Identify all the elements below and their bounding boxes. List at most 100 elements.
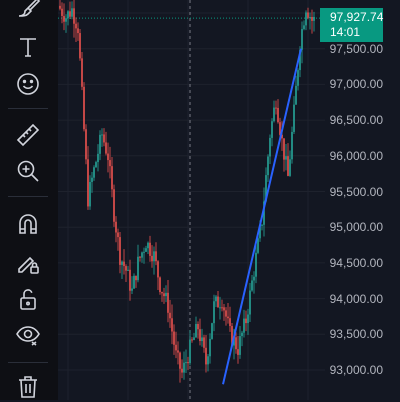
candle-body	[125, 266, 127, 271]
price-tick: 94,500.00	[329, 255, 383, 270]
candle-body	[261, 224, 263, 226]
candle-body	[83, 86, 85, 130]
candle-body	[115, 221, 117, 233]
candle-body	[137, 256, 139, 281]
candle-body	[97, 153, 99, 163]
candle-body	[287, 156, 289, 176]
candle-body	[93, 167, 95, 178]
candle-body	[269, 137, 271, 157]
candle-body	[227, 316, 229, 319]
candle-body	[243, 318, 245, 333]
candle-body	[85, 129, 87, 160]
candle-body	[171, 318, 173, 332]
candle-body	[63, 15, 65, 22]
candle-body	[191, 339, 193, 341]
candle-body	[111, 166, 113, 190]
candle-body	[131, 288, 133, 291]
candle-body	[223, 307, 225, 311]
toolbar-divider	[8, 196, 48, 197]
candle-body	[297, 70, 299, 86]
current-price-label: 97,927.74 14:01	[320, 8, 383, 42]
candle-body	[305, 12, 307, 26]
candle-body	[105, 142, 107, 154]
magnet-icon[interactable]	[11, 208, 45, 240]
candle-body	[295, 85, 297, 105]
candle-body	[59, 5, 61, 9]
candle-body	[91, 177, 93, 182]
brush-icon[interactable]	[11, 0, 45, 23]
candle-body	[153, 251, 155, 262]
candle-body	[289, 159, 291, 176]
candle-body	[241, 332, 243, 337]
candle-body	[235, 337, 237, 350]
candle-body	[277, 107, 279, 123]
candle-body	[161, 292, 163, 294]
candle-body	[195, 323, 197, 338]
unlock-icon[interactable]	[11, 283, 45, 315]
candle-body	[169, 312, 171, 319]
candle-body	[95, 162, 97, 168]
candle-body	[203, 337, 205, 348]
ruler-icon[interactable]	[11, 119, 45, 151]
candle-body	[165, 292, 167, 297]
candle-body	[123, 261, 125, 267]
candle-body	[217, 296, 219, 308]
candle-body	[77, 28, 79, 34]
zoom-in-icon[interactable]	[11, 155, 45, 187]
trash-icon[interactable]	[11, 370, 45, 402]
price-tick: 97,000.00	[329, 77, 383, 92]
eye-icon[interactable]	[11, 318, 45, 350]
candle-body	[221, 307, 223, 309]
price-tick: 94,000.00	[329, 291, 383, 306]
price-tick: 96,000.00	[329, 148, 383, 163]
emoji-icon[interactable]	[11, 68, 45, 100]
candle-body	[247, 314, 249, 324]
candle-body	[149, 242, 151, 256]
candle-body	[75, 23, 77, 29]
text-icon[interactable]	[11, 31, 45, 63]
candle-body	[283, 138, 285, 160]
candle-body	[209, 338, 211, 357]
price-tick: 93,000.00	[329, 363, 383, 377]
candle-body	[71, 8, 73, 17]
candle-body	[311, 17, 313, 21]
candle-body	[147, 242, 149, 249]
candle-body	[117, 232, 119, 238]
candlestick-chart[interactable]	[58, 0, 325, 400]
candle-body	[249, 290, 251, 315]
candle-body	[251, 280, 253, 291]
candle-body	[219, 307, 221, 309]
price-axis[interactable]: 98,000.0097,500.0097,000.0096,500.0096,0…	[325, 0, 400, 400]
candle-body	[211, 323, 213, 339]
price-tick: 93,500.00	[329, 327, 383, 342]
toolbar-divider	[8, 362, 48, 363]
candle-body	[197, 323, 199, 330]
candle-body	[185, 362, 187, 364]
candle-body	[309, 17, 311, 19]
candle-body	[79, 33, 81, 59]
candle-body	[141, 252, 143, 258]
candle-body	[167, 292, 169, 313]
candle-body	[107, 153, 109, 161]
candle-body	[139, 256, 141, 258]
candle-body	[267, 156, 269, 176]
price-tick: 95,000.00	[329, 220, 383, 235]
price-tick: 95,500.00	[329, 184, 383, 199]
candle-body	[89, 181, 91, 207]
candle-body	[215, 296, 217, 302]
candle-body	[291, 131, 293, 160]
candle-body	[303, 25, 305, 30]
candle-body	[255, 252, 257, 277]
candle-body	[99, 134, 101, 154]
candle-body	[69, 11, 71, 17]
candle-body	[239, 336, 241, 355]
lock-drawing-icon[interactable]	[11, 246, 45, 278]
price-tick: 97,500.00	[329, 41, 383, 56]
candle-body	[61, 8, 63, 16]
candle-body	[101, 134, 103, 136]
price-tick: 96,500.00	[329, 113, 383, 128]
candle-body	[181, 368, 183, 373]
candle-body	[119, 237, 121, 265]
candle-body	[135, 275, 137, 281]
candle-body	[65, 18, 67, 22]
